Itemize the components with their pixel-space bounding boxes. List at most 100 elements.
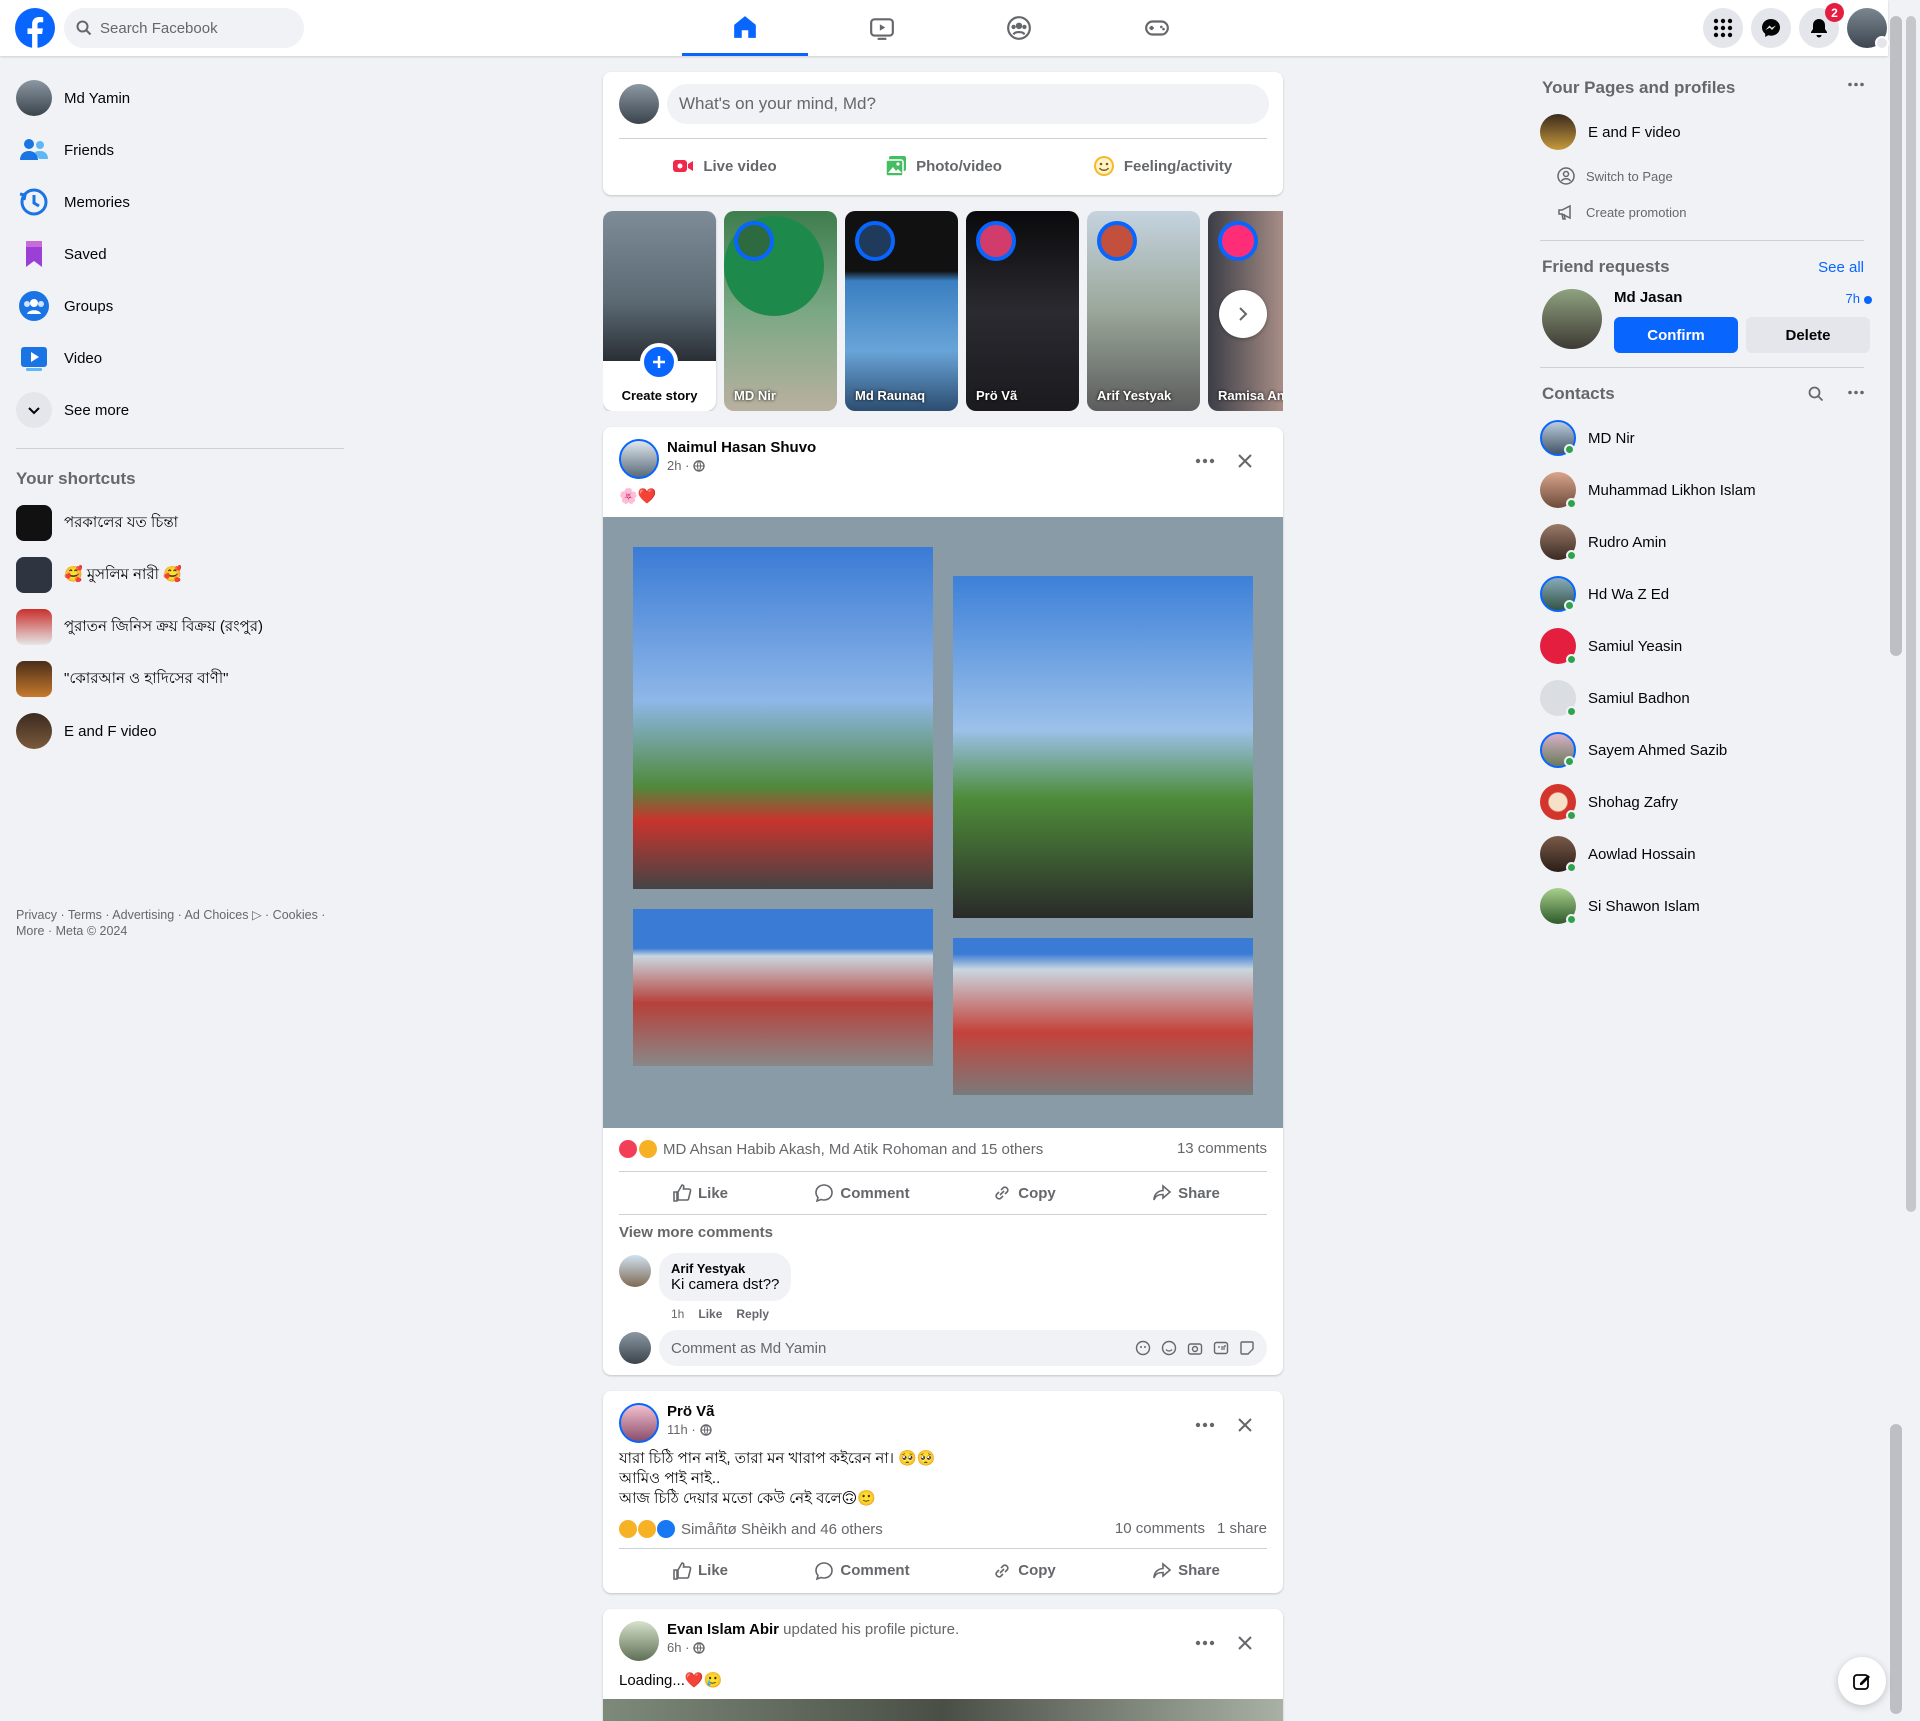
- copy-button[interactable]: Copy: [943, 1172, 1105, 1214]
- avatar[interactable]: [1542, 289, 1602, 349]
- story-card[interactable]: Arif Yestyak: [1087, 211, 1200, 411]
- create-story-card[interactable]: Create story: [603, 211, 716, 411]
- create-promotion-button[interactable]: Create promotion: [1532, 194, 1880, 230]
- right-sidebar-scrollbar[interactable]: [1890, 16, 1902, 656]
- tab-home[interactable]: [682, 0, 808, 56]
- sidebar-item-see-more[interactable]: See more: [8, 384, 348, 436]
- copy-button[interactable]: Copy: [943, 1549, 1105, 1592]
- post-time[interactable]: 11h ·: [667, 1422, 696, 1437]
- author-avatar[interactable]: [619, 1403, 659, 1443]
- comment-button[interactable]: Comment: [781, 1549, 943, 1592]
- contact-item[interactable]: Samiul Badhon: [1532, 672, 1880, 724]
- post-time[interactable]: 2h ·: [667, 458, 689, 473]
- switch-to-page-button[interactable]: Switch to Page: [1532, 158, 1880, 194]
- avatar-sticker-icon[interactable]: [1135, 1340, 1151, 1356]
- page-scrollbar[interactable]: [1906, 16, 1916, 1212]
- contact-item[interactable]: Muhammad Likhon Islam: [1532, 464, 1880, 516]
- contact-item[interactable]: Sayem Ahmed Sazib: [1532, 724, 1880, 776]
- author-avatar[interactable]: [619, 439, 659, 479]
- camera-icon[interactable]: [1187, 1340, 1203, 1356]
- shares-count[interactable]: 1 share: [1217, 1520, 1267, 1537]
- tab-gaming[interactable]: [1094, 0, 1220, 56]
- live-video-button[interactable]: Live video: [619, 146, 829, 186]
- post-author[interactable]: Prö Vã: [667, 1403, 715, 1420]
- tab-video[interactable]: [819, 0, 945, 56]
- contact-item[interactable]: Samiul Yeasin: [1532, 620, 1880, 672]
- contact-item[interactable]: Shohag Zafry: [1532, 776, 1880, 828]
- shortcut-item[interactable]: "কোরআন ও হাদিসের বাণী": [8, 653, 348, 705]
- requester-name[interactable]: Md Jasan: [1614, 289, 1682, 306]
- post-photo-collage[interactable]: [603, 517, 1283, 1128]
- photo-video-button[interactable]: Photo/video: [838, 146, 1048, 186]
- sidebar-item-groups[interactable]: Groups: [8, 280, 348, 332]
- comment-avatar[interactable]: [619, 1255, 651, 1287]
- contact-item[interactable]: Hd Wa Z Ed: [1532, 568, 1880, 620]
- footer-links[interactable]: Privacy · Terms · Advertising · Ad Choic…: [16, 907, 336, 939]
- comment-author[interactable]: Arif Yestyak: [671, 1261, 779, 1276]
- sidebar-item-memories[interactable]: Memories: [8, 176, 348, 228]
- story-card[interactable]: Prö Vã: [966, 211, 1079, 411]
- page-item[interactable]: E and F video: [1532, 106, 1880, 158]
- notifications-button[interactable]: 2: [1799, 3, 1844, 48]
- new-message-button[interactable]: [1838, 1657, 1886, 1705]
- delete-button[interactable]: Delete: [1746, 317, 1870, 353]
- post-time[interactable]: 6h ·: [667, 1640, 689, 1655]
- like-button[interactable]: Like: [619, 1549, 781, 1592]
- post-author[interactable]: Evan Islam Abir: [667, 1621, 779, 1638]
- story-card[interactable]: MD Nir: [724, 211, 837, 411]
- reactions-summary[interactable]: MD Ahsan Habib Akash, Md Atik Rohoman an…: [619, 1140, 1043, 1158]
- post-photo[interactable]: [603, 1699, 1283, 1721]
- share-button[interactable]: Share: [1105, 1549, 1267, 1592]
- more-dots-icon[interactable]: [1848, 82, 1864, 87]
- emoji-icon[interactable]: [1161, 1340, 1177, 1356]
- feeling-activity-button[interactable]: Feeling/activity: [1057, 146, 1267, 186]
- shortcut-item[interactable]: E and F video: [8, 705, 348, 757]
- gif-icon[interactable]: [1213, 1340, 1229, 1356]
- contact-item[interactable]: MD Nir: [1532, 412, 1880, 464]
- see-all-link[interactable]: See all: [1818, 259, 1864, 276]
- contact-item[interactable]: Aowlad Hossain: [1532, 828, 1880, 880]
- hide-post-button[interactable]: [1227, 443, 1263, 479]
- post-options-button[interactable]: [1187, 1625, 1223, 1661]
- sidebar-item-friends[interactable]: Friends: [8, 124, 348, 176]
- confirm-button[interactable]: Confirm: [1614, 317, 1738, 353]
- comment-button[interactable]: Comment: [781, 1172, 943, 1214]
- hide-post-button[interactable]: [1227, 1625, 1263, 1661]
- comment-reply-link[interactable]: Reply: [736, 1307, 769, 1321]
- hide-post-button[interactable]: [1227, 1407, 1263, 1443]
- more-dots-icon[interactable]: [1848, 390, 1864, 395]
- post-options-button[interactable]: [1187, 443, 1223, 479]
- share-button[interactable]: Share: [1105, 1172, 1267, 1214]
- author-avatar[interactable]: [619, 1621, 659, 1661]
- facebook-logo-icon[interactable]: [15, 8, 55, 48]
- like-button[interactable]: Like: [619, 1172, 781, 1214]
- sidebar-item-profile[interactable]: Md Yamin: [8, 72, 348, 124]
- story-card[interactable]: Md Raunaq: [845, 211, 958, 411]
- sticker-icon[interactable]: [1239, 1340, 1255, 1356]
- contact-item[interactable]: Rudro Amin: [1532, 516, 1880, 568]
- view-more-comments[interactable]: View more comments: [619, 1224, 773, 1241]
- comments-count[interactable]: 10 comments: [1115, 1520, 1205, 1537]
- tab-groups[interactable]: [956, 0, 1082, 56]
- composer-input[interactable]: What's on your mind, Md?: [667, 84, 1269, 124]
- reactions-summary[interactable]: Simåñtø Shèikh and 46 others: [619, 1520, 883, 1538]
- post-options-button[interactable]: [1187, 1407, 1223, 1443]
- post-author[interactable]: Naimul Hasan Shuvo: [667, 439, 816, 456]
- sidebar-item-saved[interactable]: Saved: [8, 228, 348, 280]
- comments-count[interactable]: 13 comments: [1177, 1140, 1267, 1157]
- stories-next-button[interactable]: [1219, 290, 1267, 338]
- shortcut-item[interactable]: পরকালের যত চিন্তা: [8, 497, 348, 549]
- shortcut-item[interactable]: 🥰 মুসলিম নারী 🥰: [8, 549, 348, 601]
- feed-scrollbar[interactable]: [1890, 1424, 1902, 1714]
- search-bar[interactable]: Search Facebook: [64, 8, 304, 48]
- comment-like-link[interactable]: Like: [698, 1307, 722, 1321]
- comment-input[interactable]: Comment as Md Yamin: [659, 1330, 1267, 1366]
- account-avatar[interactable]: [1847, 8, 1889, 50]
- contact-item[interactable]: Si Shawon Islam: [1532, 880, 1880, 932]
- sidebar-item-video[interactable]: Video: [8, 332, 348, 384]
- comment-time[interactable]: 1h: [671, 1307, 684, 1321]
- search-icon[interactable]: [1808, 386, 1824, 402]
- menu-button[interactable]: [1703, 8, 1743, 48]
- shortcut-item[interactable]: পুরাতন জিনিস ক্রয় বিক্রয় (রংপুর): [8, 601, 348, 653]
- messenger-button[interactable]: [1751, 8, 1791, 48]
